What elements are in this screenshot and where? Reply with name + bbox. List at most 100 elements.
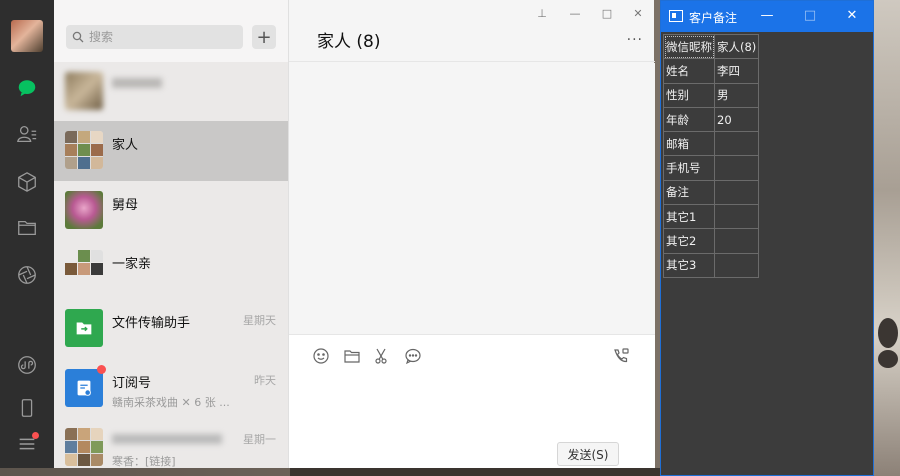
send-file-icon[interactable] xyxy=(343,347,361,365)
notes-field-label: 其它3 xyxy=(663,252,715,278)
desktop-background-right xyxy=(874,0,900,476)
chat-time: 昨天 xyxy=(254,374,276,387)
notes-field-label: 微信昵称 xyxy=(663,33,715,60)
chat-name xyxy=(112,434,222,444)
notes-field-label: 姓名 xyxy=(663,58,715,84)
chat-name xyxy=(112,78,162,88)
notes-row: 其它2 xyxy=(663,228,760,254)
notes-row: 邮箱 xyxy=(663,131,760,157)
notes-field-value[interactable] xyxy=(713,179,760,206)
notes-row: 姓名 李四 xyxy=(663,58,760,84)
chat-panel: 家人 (8) ··· ⊥ — □ ✕ 发送(S) xyxy=(288,0,655,468)
phone-icon[interactable] xyxy=(15,396,39,420)
subscription-icon xyxy=(65,369,103,407)
chat-avatar xyxy=(65,131,103,169)
chat-name: 舅母 xyxy=(112,198,139,213)
notes-field-label: 备注 xyxy=(663,179,715,206)
app-window-icon xyxy=(669,10,683,22)
chat-list-item[interactable] xyxy=(54,62,288,122)
pin-icon[interactable]: ⊥ xyxy=(534,6,550,22)
chat-avatar xyxy=(65,428,103,466)
favorites-cube-icon[interactable] xyxy=(15,170,39,194)
chat-avatar xyxy=(65,250,103,288)
maximize-button[interactable]: □ xyxy=(599,6,615,22)
notes-field-label: 其它2 xyxy=(663,228,715,254)
voice-call-icon[interactable] xyxy=(612,347,630,365)
notes-row: 性别男 xyxy=(663,82,760,108)
notes-field-label: 年龄 xyxy=(663,106,715,133)
notes-close-button[interactable]: ✕ xyxy=(843,7,861,25)
chat-preview: 寒香：[链接] xyxy=(112,455,176,468)
files-folder-icon[interactable] xyxy=(15,216,39,240)
chat-history-icon[interactable] xyxy=(404,347,422,365)
desktop-object xyxy=(878,350,898,368)
contacts-icon[interactable] xyxy=(15,122,39,146)
chat-header: 家人 (8) ··· ⊥ — □ ✕ xyxy=(289,0,655,62)
notes-minimize-button[interactable]: — xyxy=(758,7,776,25)
notes-title-bar[interactable]: 客户备注 — □ ✕ xyxy=(661,1,873,32)
chat-list-item[interactable]: 星期一 寒香：[链接] xyxy=(54,418,288,468)
minimize-button[interactable]: — xyxy=(567,6,583,22)
chat-title: 家人 (8) xyxy=(317,32,381,52)
search-input[interactable] xyxy=(89,30,229,44)
mini-program-icon[interactable] xyxy=(15,353,39,377)
chat-list-item-family[interactable]: 家人 xyxy=(54,121,288,181)
chat-time: 星期天 xyxy=(243,314,276,327)
notes-field-label: 邮箱 xyxy=(663,131,715,157)
notes-row: 其它3 xyxy=(663,252,760,278)
notes-field-value[interactable]: 家人(8) xyxy=(713,33,760,60)
user-avatar[interactable] xyxy=(11,20,43,52)
more-options-button[interactable]: ··· xyxy=(627,32,643,48)
chat-name: 订阅号 xyxy=(112,376,152,391)
unread-badge xyxy=(97,365,106,374)
message-area xyxy=(289,63,655,334)
notes-field-value[interactable]: 20 xyxy=(713,106,760,133)
file-transfer-icon xyxy=(65,309,103,347)
notes-field-label: 手机号 xyxy=(663,155,715,181)
compose-area[interactable]: 发送(S) xyxy=(289,334,655,468)
send-button[interactable]: 发送(S) xyxy=(557,442,619,466)
sidebar-nav xyxy=(0,0,54,468)
chat-name: 家人 xyxy=(112,138,139,153)
notes-row: 其它1 xyxy=(663,204,760,230)
chat-list-item[interactable]: 一家亲 xyxy=(54,240,288,300)
notes-row: 备注 xyxy=(663,179,760,206)
close-button[interactable]: ✕ xyxy=(630,6,646,22)
desktop-object xyxy=(878,318,898,348)
chat-list-panel: + 家人 舅母 xyxy=(54,0,288,468)
chat-preview: 赣南采茶戏曲 ✕ 6 张 ... xyxy=(112,396,230,409)
notes-maximize-button[interactable]: □ xyxy=(801,7,819,25)
emoji-icon[interactable] xyxy=(312,347,330,365)
search-icon xyxy=(72,31,84,43)
notes-table: 微信昵称 家人(8) 姓名 李四 性别男年龄 20 邮箱 手机号 备注 其它1 其它2 其它3 xyxy=(663,33,760,278)
menu-icon[interactable] xyxy=(15,432,39,456)
notes-field-value[interactable] xyxy=(713,155,760,181)
notes-field-value[interactable] xyxy=(713,228,760,254)
customer-notes-window: 客户备注 — □ ✕ 微信昵称 家人(8) 姓名 李四 性别男年龄 20 邮箱 手机号 备注 其它… xyxy=(660,0,874,476)
notes-row: 年龄 20 xyxy=(663,106,760,133)
notes-field-label: 其它1 xyxy=(663,204,715,230)
notes-row: 手机号 xyxy=(663,155,760,181)
notes-field-value[interactable] xyxy=(713,252,760,278)
notes-title: 客户备注 xyxy=(689,11,738,25)
chat-name: 文件传输助手 xyxy=(112,316,191,331)
desktop-taskbar-strip xyxy=(290,468,660,476)
notes-field-value[interactable] xyxy=(713,204,760,230)
notes-row: 微信昵称 家人(8) xyxy=(663,33,760,60)
wechat-window: + 家人 舅母 xyxy=(0,0,655,468)
notes-field-value[interactable] xyxy=(713,131,760,157)
chat-list-item-file-transfer[interactable]: 文件传输助手 星期天 xyxy=(54,299,288,359)
chat-icon[interactable] xyxy=(15,76,39,100)
chat-avatar xyxy=(65,191,103,229)
notes-field-value[interactable]: 李四 xyxy=(713,58,760,84)
add-chat-button[interactable]: + xyxy=(252,25,276,49)
search-box[interactable] xyxy=(66,25,243,49)
notification-dot xyxy=(32,432,39,439)
chat-list-item[interactable]: 舅母 xyxy=(54,181,288,241)
moments-aperture-icon[interactable] xyxy=(15,263,39,287)
chat-list-item-subscriptions[interactable]: 订阅号 昨天 赣南采茶戏曲 ✕ 6 张 ... xyxy=(54,359,288,419)
notes-field-value[interactable]: 男 xyxy=(713,82,760,108)
screenshot-scissors-icon[interactable] xyxy=(373,347,391,365)
search-bar: + xyxy=(54,0,288,62)
chat-name: 一家亲 xyxy=(112,257,152,272)
